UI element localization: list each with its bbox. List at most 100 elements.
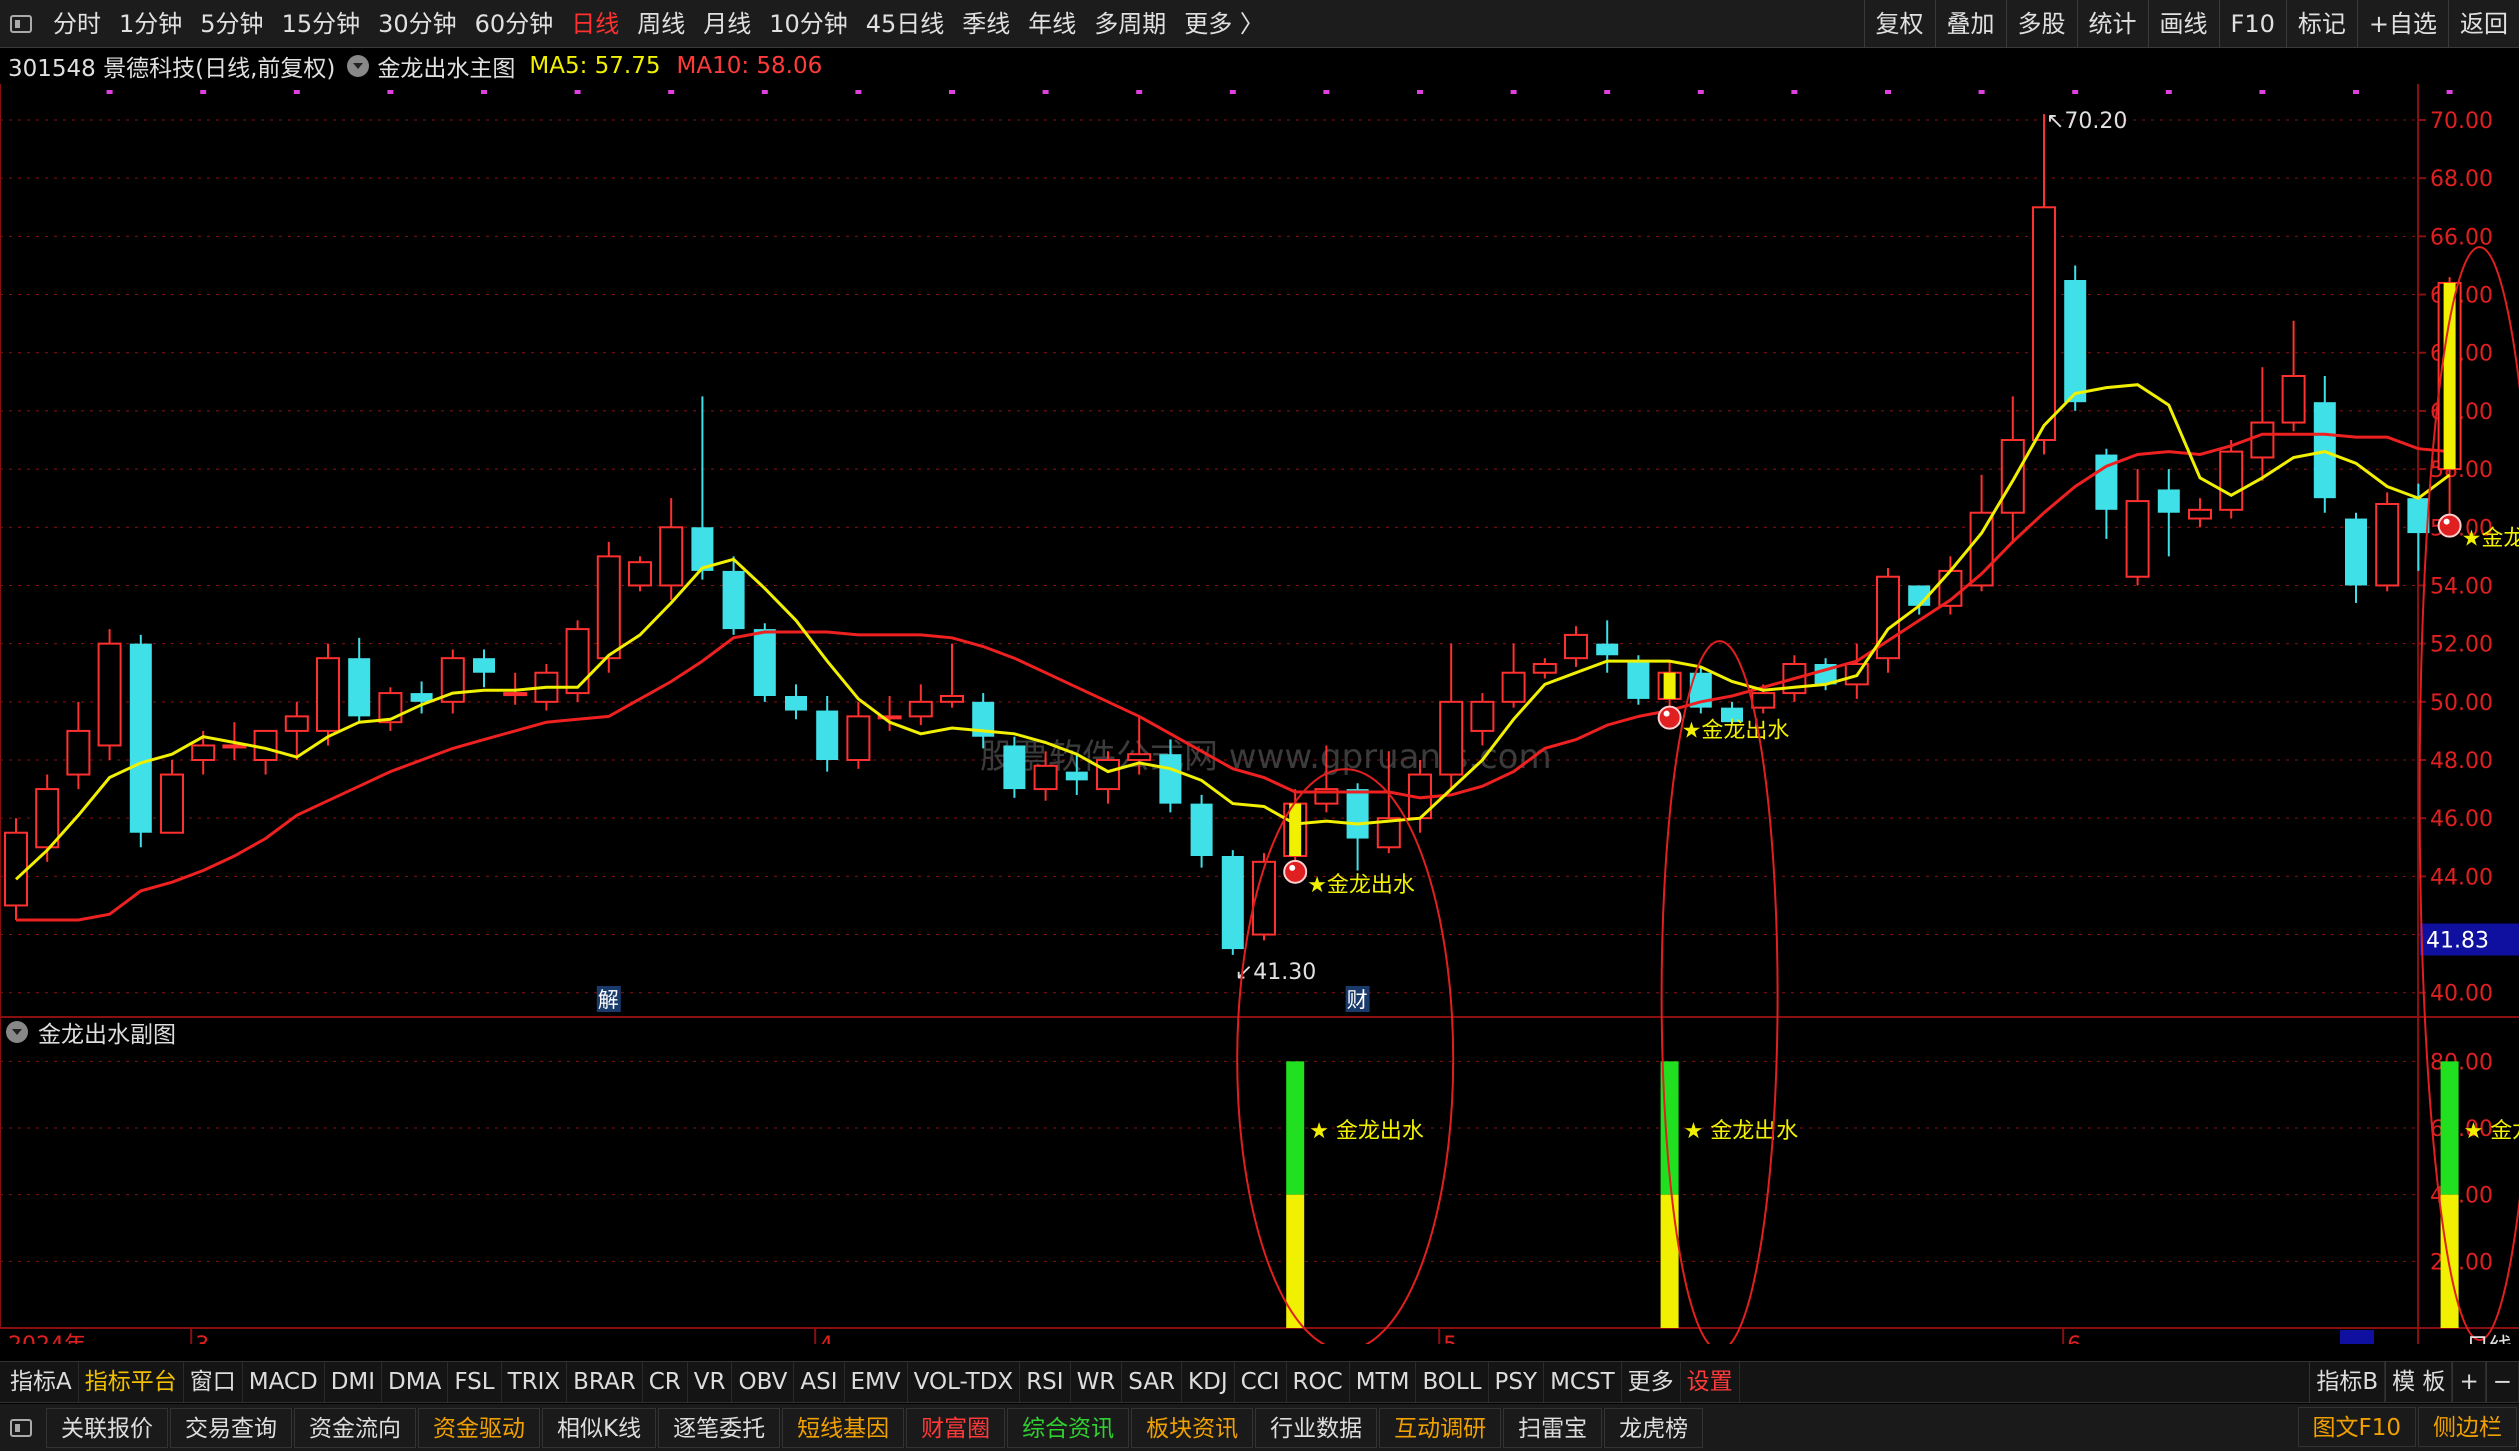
function-button[interactable]: 关联报价 xyxy=(46,1407,168,1448)
period-tab[interactable]: 1分钟 xyxy=(110,0,191,48)
sub-signal-label: ★ 金龙出水 xyxy=(1684,1119,1799,1144)
chevron-down-icon[interactable] xyxy=(6,1021,28,1043)
indicator-tab[interactable]: ROC xyxy=(1287,1362,1350,1402)
candle-down xyxy=(722,570,745,630)
function-button[interactable]: 逐笔委托 xyxy=(658,1407,781,1448)
function-button[interactable]: 行业数据 xyxy=(1255,1407,1378,1448)
indicator-tab[interactable]: BRAR xyxy=(567,1362,643,1402)
toolbar-button[interactable]: 叠加 xyxy=(1934,0,2006,48)
indicator-tabs: 指标A 指标平台 窗口 MACD DMI DMA FSL TRIX BRAR CR VR OBV ASI… xyxy=(0,1362,1740,1402)
function-button[interactable]: 板块资讯 xyxy=(1131,1407,1254,1448)
candle-down xyxy=(473,658,495,673)
panel-toggle-icon[interactable] xyxy=(10,1418,32,1437)
period-tab[interactable]: 15分钟 xyxy=(273,0,370,48)
indicator-tab-right[interactable]: 模 板 xyxy=(2385,1362,2453,1402)
function-button[interactable]: 交易查询 xyxy=(170,1407,292,1448)
candle-down xyxy=(129,643,152,833)
function-button[interactable]: 综合资讯 xyxy=(1007,1407,1130,1448)
function-button[interactable]: 资金驱动 xyxy=(418,1407,540,1448)
candle-down xyxy=(2345,518,2367,586)
period-tab[interactable]: 45日线 xyxy=(857,0,954,48)
toolbar-button[interactable]: 多股 xyxy=(2005,0,2077,48)
period-tab[interactable]: 60分钟 xyxy=(466,0,563,48)
period-tab[interactable]: 30分钟 xyxy=(369,0,466,48)
sub-bar-yellow xyxy=(2440,1194,2459,1328)
function-button[interactable]: 财富圈 xyxy=(906,1407,1006,1448)
indicator-tab-right[interactable]: + xyxy=(2452,1362,2486,1402)
period-tab[interactable]: 年线 xyxy=(1019,0,1085,48)
indicator-tab[interactable]: MACD xyxy=(243,1362,325,1402)
time-axis-label: 5 xyxy=(1443,1333,1457,1344)
toolbar-button[interactable]: 返回 xyxy=(2448,0,2519,48)
indicator-tab[interactable]: MCST xyxy=(1544,1362,1622,1402)
period-tab[interactable]: 更多 〉 xyxy=(1175,0,1273,48)
function-button-right[interactable]: 图文F10 xyxy=(2297,1407,2416,1447)
low-price-label: ↙41.30 xyxy=(1235,960,1316,985)
toolbar-button[interactable]: 复权 xyxy=(1863,0,1935,48)
candle-up xyxy=(2000,439,2025,514)
indicator-tab[interactable]: EMV xyxy=(845,1362,908,1402)
function-button-right[interactable]: 侧边栏 xyxy=(2418,1407,2517,1447)
indicator-tab[interactable]: 更多 xyxy=(1622,1362,1681,1402)
period-tab[interactable]: 5分钟 xyxy=(191,0,272,48)
indicator-tab[interactable]: DMA xyxy=(382,1362,449,1402)
indicator-tab[interactable]: PSY xyxy=(1489,1362,1545,1402)
period-tab[interactable]: 10分钟 xyxy=(760,0,857,48)
marker-dot xyxy=(1229,90,1236,94)
function-button[interactable]: 互动调研 xyxy=(1379,1407,1502,1448)
sub-chart-header: 金龙出水副图 xyxy=(6,1014,176,1050)
indicator-tab[interactable]: VR xyxy=(688,1362,733,1402)
candle-down xyxy=(1190,803,1213,856)
period-tab[interactable]: 日线 xyxy=(562,0,628,48)
indicator-tab[interactable]: 指标A xyxy=(4,1362,79,1402)
high-price-label: ↖70.20 xyxy=(2046,109,2127,134)
kline-chart[interactable]: 70.0068.0066.0064.0062.0060.0058.0056.00… xyxy=(0,84,2519,1344)
period-tab[interactable]: 月线 xyxy=(694,0,760,48)
price-tick-label: 66.00 xyxy=(2430,225,2493,250)
function-button[interactable]: 扫雷宝 xyxy=(1503,1407,1603,1448)
indicator-tab[interactable]: MTM xyxy=(1350,1362,1417,1402)
candle-down xyxy=(1346,789,1369,839)
marker-dot xyxy=(1697,90,1704,94)
indicator-tab-right[interactable]: 指标B xyxy=(2309,1362,2386,1402)
indicator-tab[interactable]: 指标平台 xyxy=(79,1362,184,1402)
function-button[interactable]: 短线基因 xyxy=(782,1407,905,1448)
function-button[interactable]: 龙虎榜 xyxy=(1604,1407,1704,1448)
toolbar-button[interactable]: 标记 xyxy=(2285,0,2357,48)
period-tab[interactable]: 季线 xyxy=(953,0,1019,48)
period-tab[interactable]: 分时 xyxy=(44,0,110,48)
indicator-tab[interactable]: 窗口 xyxy=(184,1362,243,1402)
indicator-tab[interactable]: VOL-TDX xyxy=(908,1362,1021,1402)
function-button[interactable]: 资金流向 xyxy=(294,1407,416,1448)
indicator-tab[interactable]: DMI xyxy=(325,1362,383,1402)
indicator-tab[interactable]: ASI xyxy=(794,1362,845,1402)
sub-tick-label: 80.00 xyxy=(2430,1050,2493,1075)
indicator-tab[interactable]: FSL xyxy=(448,1362,502,1402)
top-toolbar: 分时 1分钟 5分钟 15分钟 30分钟 60分钟 日线 周线 月线 10分钟 45日线 季线 年线 多周… xyxy=(0,0,2519,48)
indicator-tab[interactable]: BOLL xyxy=(1416,1362,1489,1402)
indicator-tab[interactable]: 设置 xyxy=(1681,1362,1740,1402)
indicator-tab[interactable]: TRIX xyxy=(502,1362,568,1402)
indicator-tab[interactable]: WR xyxy=(1071,1362,1123,1402)
indicator-tab[interactable]: CR xyxy=(643,1362,688,1402)
indicator-tab-right[interactable]: − xyxy=(2485,1362,2519,1402)
marker-dot xyxy=(1136,90,1143,94)
toolbar-button[interactable]: F10 xyxy=(2218,0,2286,48)
indicator-tab[interactable]: OBV xyxy=(732,1362,795,1402)
candle-up xyxy=(1470,700,1495,732)
sub-chart-title[interactable]: 金龙出水副图 xyxy=(38,1015,176,1049)
toolbar-button[interactable]: +自选 xyxy=(2356,0,2448,48)
toolbar-button[interactable]: 统计 xyxy=(2076,0,2148,48)
window-icon[interactable] xyxy=(10,14,32,33)
candle-up xyxy=(628,561,652,587)
indicator-tab[interactable]: KDJ xyxy=(1182,1362,1235,1402)
function-button[interactable]: 相似K线 xyxy=(542,1407,657,1448)
chevron-down-icon[interactable] xyxy=(347,55,370,77)
indicator-name[interactable]: 金龙出水主图 xyxy=(377,49,515,83)
period-tab[interactable]: 周线 xyxy=(628,0,694,48)
toolbar-button[interactable]: 画线 xyxy=(2147,0,2219,48)
indicator-tab[interactable]: RSI xyxy=(1020,1362,1071,1402)
period-tab[interactable]: 多周期 xyxy=(1085,0,1175,48)
indicator-tab[interactable]: SAR xyxy=(1122,1362,1183,1402)
indicator-tab[interactable]: CCI xyxy=(1235,1362,1287,1402)
